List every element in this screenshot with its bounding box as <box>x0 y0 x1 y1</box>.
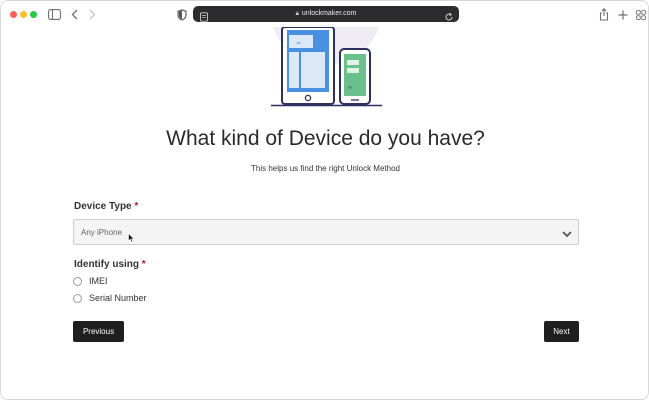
browser-window: 🔒︎ unlockmaker.com ≈ ≈ What kind of Devi… <box>0 0 649 400</box>
chevron-left-icon[interactable] <box>69 7 79 22</box>
reload-icon[interactable] <box>444 9 454 21</box>
svg-text:≈: ≈ <box>348 85 352 91</box>
next-button[interactable]: Next <box>544 321 579 342</box>
identify-using-label-text: Identify using <box>74 259 139 270</box>
required-mark: * <box>141 259 146 270</box>
radio-button[interactable] <box>73 293 82 303</box>
lock-icon: 🔒︎ <box>295 11 299 17</box>
browser-toolbar: 🔒︎ unlockmaker.com <box>1 1 648 28</box>
radio-option-imei[interactable]: IMEI <box>73 276 108 286</box>
chevron-right-icon[interactable] <box>87 7 97 22</box>
radio-button[interactable] <box>73 276 82 286</box>
radio-label: IMEI <box>89 276 108 286</box>
device-type-label: Device Type * <box>74 201 138 212</box>
device-type-select[interactable]: Any iPhone <box>73 219 579 245</box>
devices-illustration: ≈ ≈ <box>263 26 389 107</box>
page-subtitle: This helps us find the right Unlock Meth… <box>251 164 400 173</box>
device-type-selected-value: Any iPhone <box>81 228 122 237</box>
svg-text:≈: ≈ <box>296 40 301 47</box>
radio-label: Serial Number <box>89 293 147 303</box>
chevron-down-icon <box>561 227 573 239</box>
shield-icon[interactable] <box>176 7 187 22</box>
sidebar-icon[interactable] <box>47 7 61 22</box>
device-type-label-text: Device Type <box>74 201 132 212</box>
url-text: 🔒︎ unlockmaker.com <box>193 6 459 22</box>
zoom-window-button[interactable] <box>30 11 37 18</box>
plus-icon[interactable] <box>618 7 628 22</box>
url-label: unlockmaker.com <box>301 10 357 17</box>
address-bar[interactable]: 🔒︎ unlockmaker.com <box>193 6 459 22</box>
page-title: What kind of Device do you have? <box>166 127 485 150</box>
mouse-cursor-icon <box>128 230 135 243</box>
share-icon[interactable] <box>599 7 609 22</box>
close-window-button[interactable] <box>10 11 17 18</box>
required-mark: * <box>134 201 139 212</box>
radio-option-serial-number[interactable]: Serial Number <box>73 293 147 303</box>
grid-icon[interactable] <box>636 7 646 22</box>
previous-button[interactable]: Previous <box>73 321 124 342</box>
minimize-window-button[interactable] <box>20 11 27 18</box>
identify-using-label: Identify using * <box>74 259 146 270</box>
